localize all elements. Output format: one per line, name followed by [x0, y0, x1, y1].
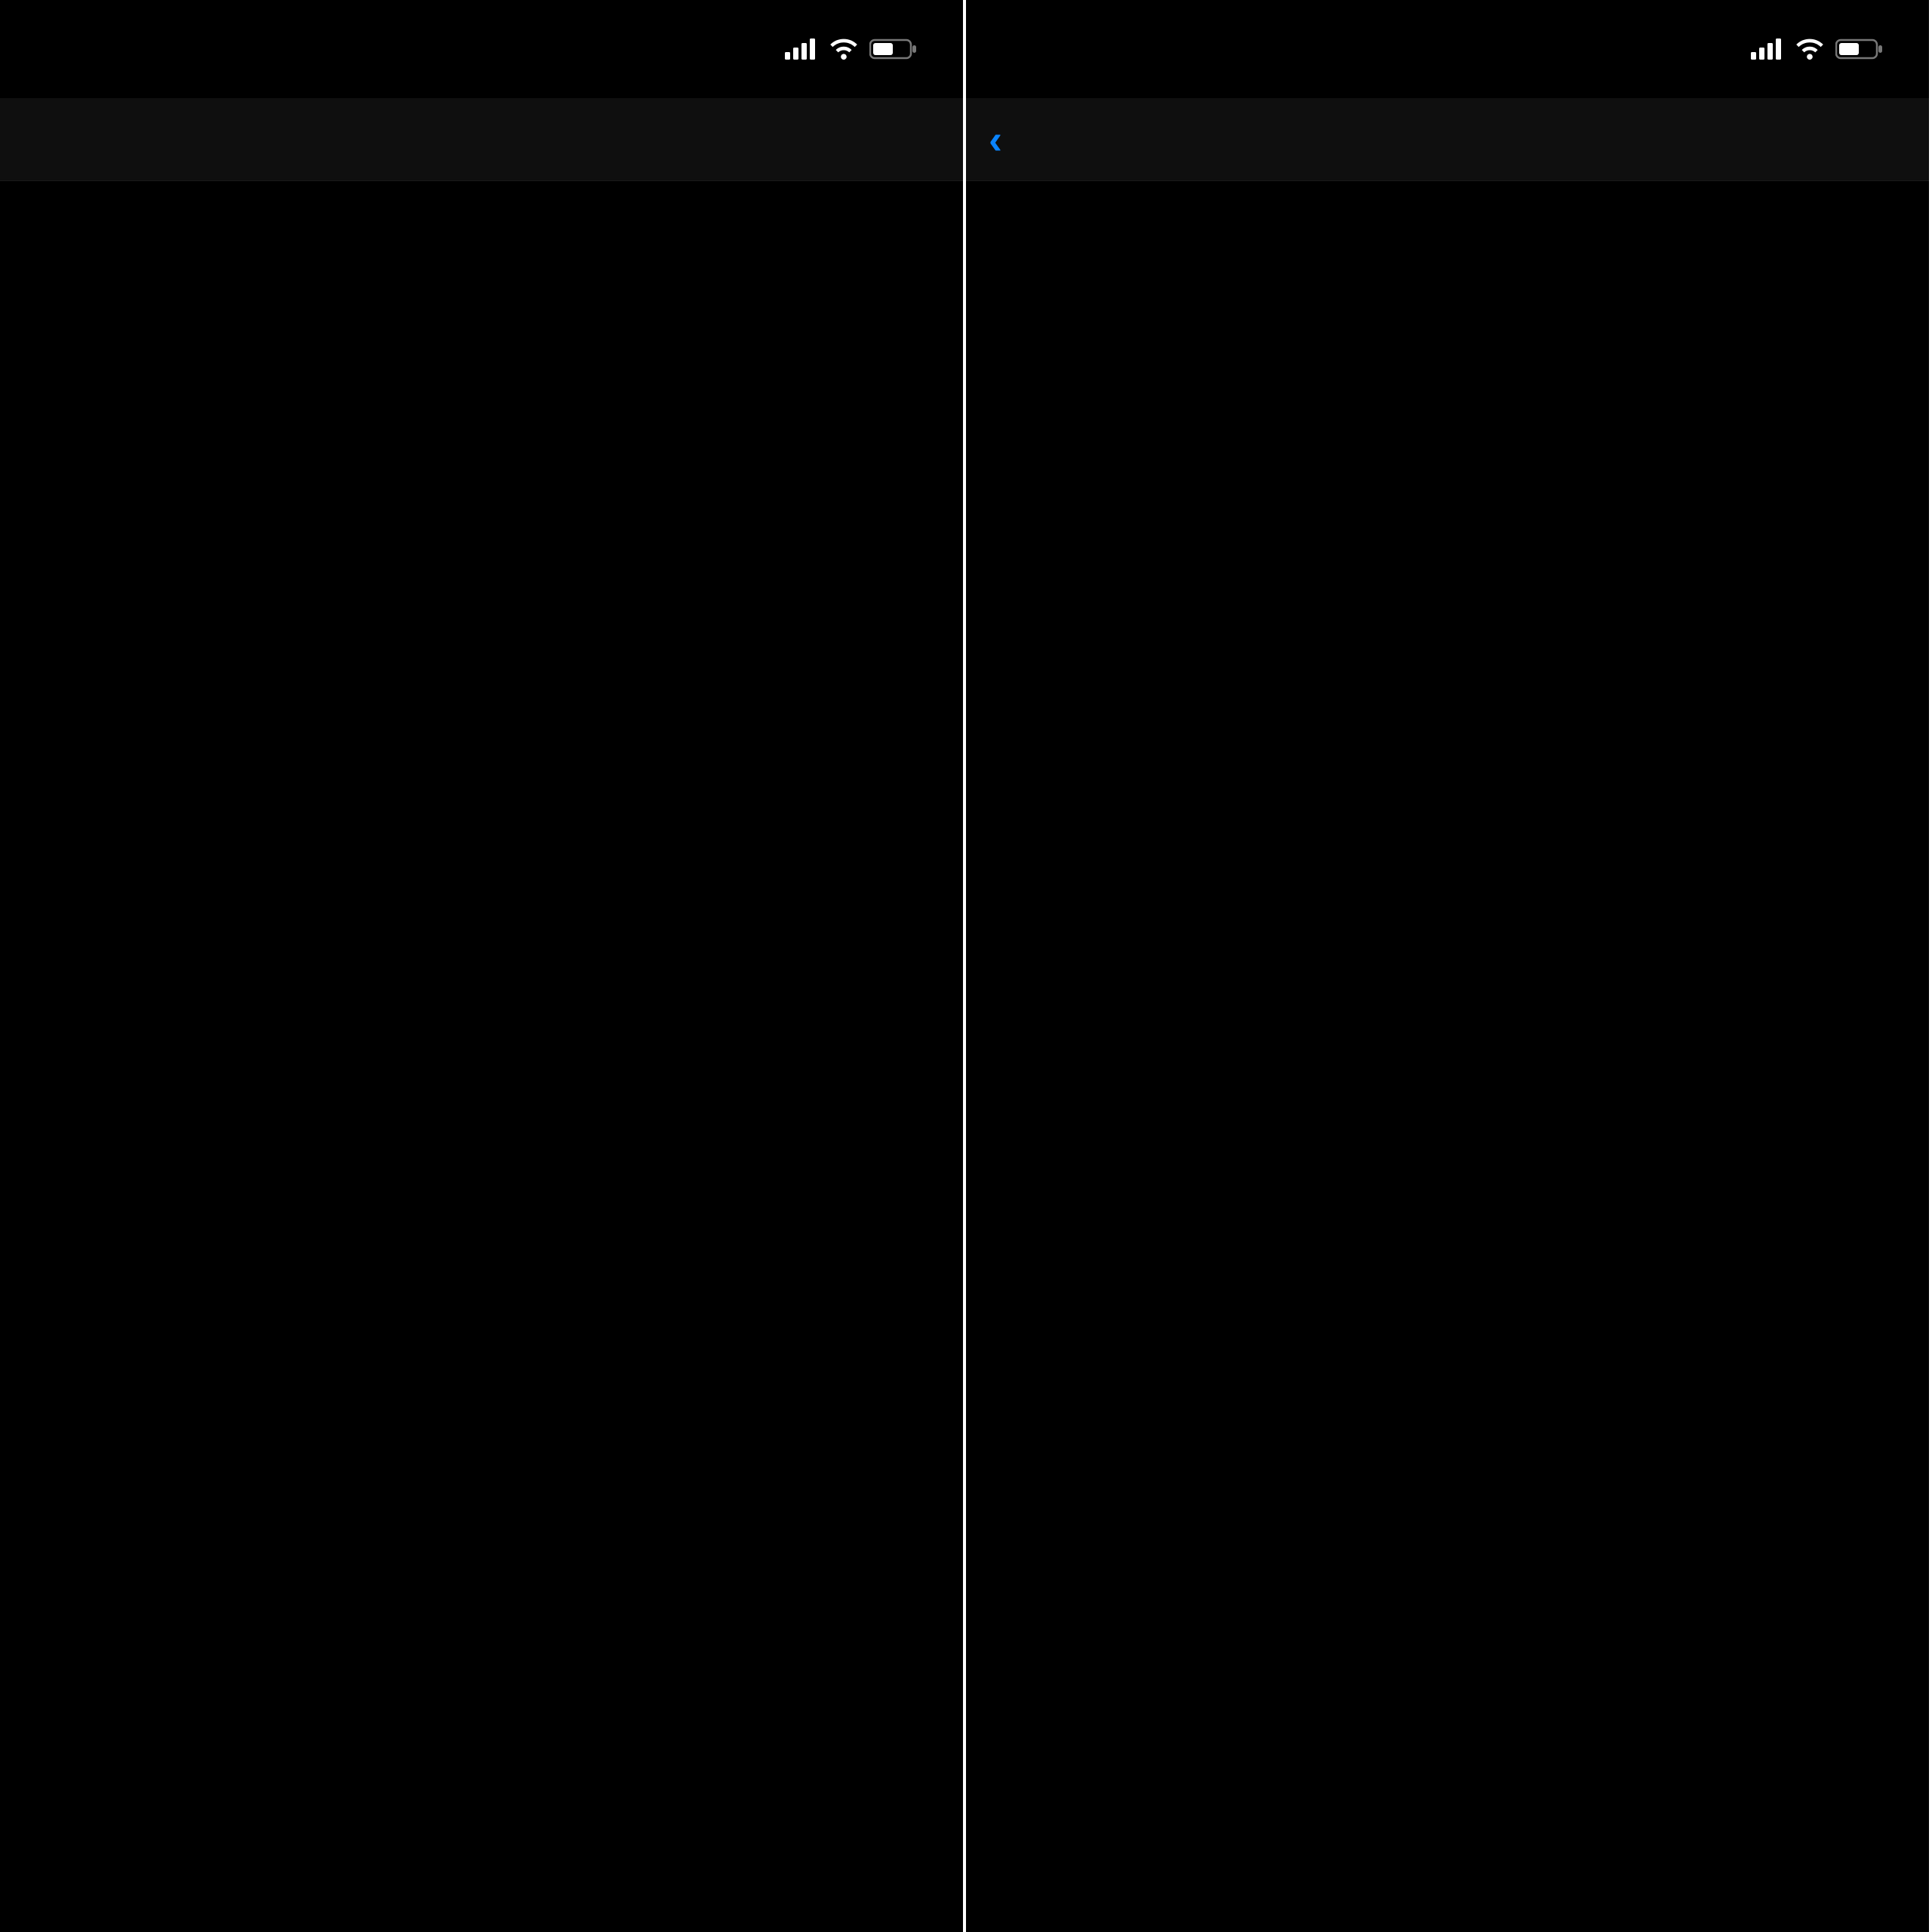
chevron-left-icon: ‹	[989, 119, 1002, 160]
battery-icon	[1835, 38, 1884, 60]
cellular-signal-icon	[1751, 38, 1784, 60]
nav-header	[0, 98, 963, 181]
status-icons	[785, 38, 918, 60]
nav-header: ‹	[966, 98, 1929, 181]
cellular-signal-icon	[785, 38, 818, 60]
status-bar	[0, 0, 963, 98]
status-icons	[1751, 38, 1884, 60]
wifi-icon	[1795, 38, 1825, 60]
wifi-icon	[829, 38, 859, 60]
phone-left	[0, 0, 966, 1932]
battery-icon	[869, 38, 918, 60]
settings-list[interactable]	[0, 181, 963, 1932]
phone-right: ‹	[966, 0, 1932, 1932]
back-button[interactable]: ‹	[989, 119, 1007, 160]
status-bar	[966, 0, 1929, 98]
general-list[interactable]	[966, 181, 1929, 1932]
